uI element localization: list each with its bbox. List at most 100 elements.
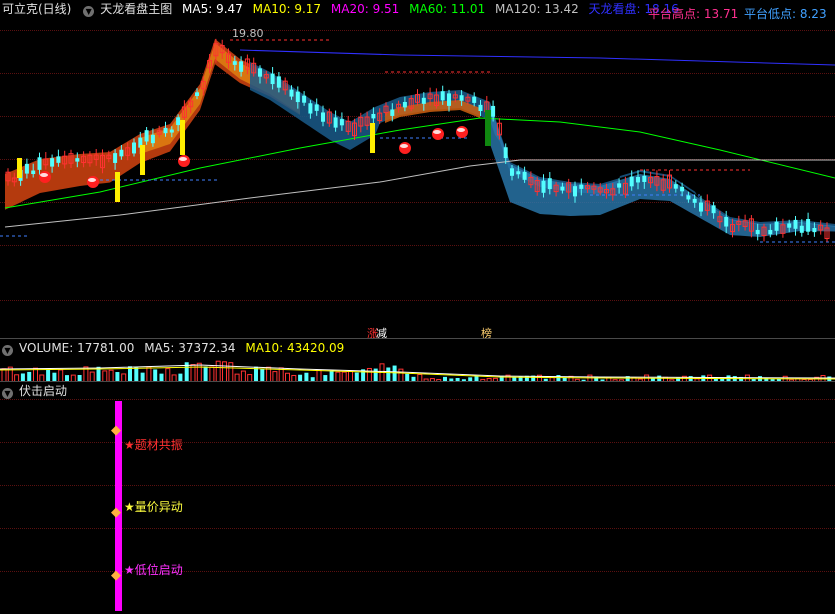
- candle-down: [163, 127, 168, 134]
- marker-ball-icon: [433, 130, 441, 134]
- candle-down: [169, 129, 174, 133]
- candle-down: [276, 76, 281, 88]
- volume-bar-up: [215, 360, 221, 382]
- candle-down: [755, 229, 760, 235]
- candle-down: [491, 105, 496, 117]
- candle-down: [402, 101, 407, 108]
- candle-down: [724, 216, 729, 227]
- star-icon: ★: [124, 500, 135, 514]
- signal-bar: [485, 110, 491, 146]
- candle-down: [144, 130, 149, 142]
- signal-label: 量价异动: [134, 500, 183, 514]
- candle-down: [289, 89, 294, 97]
- candle-down: [314, 104, 319, 111]
- diamond-icon: ◆: [111, 423, 121, 438]
- volume-bar-down: [203, 366, 208, 382]
- star-icon: ★: [124, 563, 135, 577]
- volume-bar-up: [228, 362, 234, 382]
- candle-down: [579, 184, 584, 189]
- volume-bar-up: [33, 367, 38, 382]
- volume-bar-down: [373, 368, 378, 382]
- volume-bar-up: [196, 362, 202, 382]
- candle-down: [24, 163, 29, 174]
- candle-down: [617, 183, 622, 188]
- volume-header: ▼ VOLUME: 17781.00 MA5: 37372.34 MA10: 43…: [0, 339, 835, 357]
- signal-bar: [140, 145, 145, 175]
- volume-bar-down: [386, 367, 391, 382]
- candle-down: [642, 175, 647, 182]
- peak-price-label: 19.80: [232, 27, 264, 40]
- candle-down: [371, 113, 376, 119]
- signal-bar: [370, 123, 375, 153]
- candle-down: [308, 103, 313, 114]
- volume-ma10-readout: MA10: 43420.09: [245, 341, 345, 355]
- candle-down: [421, 97, 426, 104]
- marker-ball-icon: [40, 173, 48, 177]
- signal-item: ★量价异动: [124, 498, 183, 515]
- signal-item: ◆: [111, 568, 121, 583]
- marker-ball-icon: [400, 144, 408, 148]
- signal-item: ◆: [111, 505, 121, 520]
- marker-ball-icon: [457, 128, 465, 132]
- candle-down: [37, 157, 42, 170]
- candle-down: [56, 156, 61, 163]
- volume-bar-down: [134, 367, 139, 382]
- diamond-icon: ◆: [111, 505, 121, 520]
- candle-down: [239, 61, 244, 72]
- candle-down: [787, 223, 792, 228]
- candle-down: [119, 149, 124, 157]
- signal-bar: [17, 158, 22, 178]
- candle-down: [768, 229, 773, 235]
- indicator-name[interactable]: 天龙看盘主图: [100, 2, 172, 16]
- candle-down: [232, 61, 237, 65]
- marker-ball-icon: [39, 171, 51, 183]
- candle-down: [113, 153, 118, 163]
- marker-ball-icon: [179, 157, 187, 161]
- candle-down: [686, 195, 691, 200]
- signal-panel-title[interactable]: 伏击启动: [19, 384, 67, 398]
- stock-title[interactable]: 可立克(日线): [2, 2, 71, 16]
- candle-down: [50, 158, 55, 167]
- candle-down: [573, 186, 577, 197]
- price-chart[interactable]: [0, 20, 835, 338]
- candle-down: [711, 205, 716, 214]
- marker-ball-icon: [432, 128, 444, 140]
- marker-ball-icon: [87, 176, 99, 188]
- signal-bar: [180, 120, 185, 155]
- volume-bar-up: [165, 368, 171, 382]
- candle-down: [522, 171, 527, 180]
- candle-down: [75, 158, 80, 162]
- volume-chart[interactable]: [0, 356, 835, 382]
- signal-bar: [115, 172, 120, 202]
- chevron-down-icon[interactable]: ▼: [2, 388, 13, 399]
- chevron-down-icon[interactable]: ▼: [2, 345, 13, 356]
- ma10-readout: MA10: 9.17: [252, 2, 322, 16]
- signal-label: 低位启动: [134, 563, 183, 577]
- diamond-icon: ◆: [111, 568, 121, 583]
- star-icon: ★: [124, 438, 135, 452]
- candle-down: [516, 171, 521, 175]
- candle-down: [132, 142, 136, 154]
- volume-bar-up: [366, 367, 372, 382]
- volume-bar-up: [146, 366, 152, 382]
- candle-down: [258, 68, 262, 77]
- candle-down: [31, 170, 36, 175]
- candle-down: [673, 184, 678, 189]
- candle-down: [699, 202, 703, 212]
- chevron-down-icon[interactable]: ▼: [83, 6, 95, 17]
- candle-down: [812, 227, 817, 233]
- candle-down: [321, 112, 325, 122]
- candle-down: [339, 119, 344, 126]
- volume-bar-up: [209, 366, 215, 382]
- signal-item: ★低位启动: [124, 561, 183, 578]
- candle-down: [478, 104, 483, 111]
- candle-down: [774, 221, 779, 231]
- signal-item: ★题材共振: [124, 436, 183, 453]
- ribbon-band: [490, 104, 835, 237]
- marker-ball-icon: [88, 178, 96, 182]
- candle-down: [510, 168, 514, 176]
- candle-down: [390, 109, 395, 116]
- marker-ball-icon: [178, 155, 190, 167]
- candle-down: [333, 117, 338, 128]
- candle-down: [680, 186, 685, 192]
